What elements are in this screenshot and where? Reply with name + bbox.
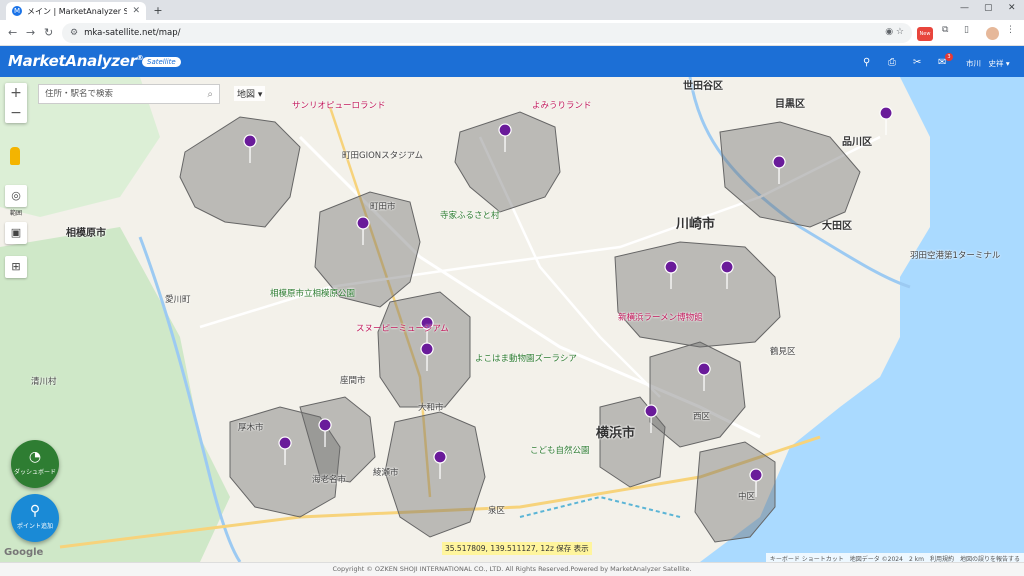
map-label-city: 品川区 (842, 137, 872, 148)
map-label-poi: 寺家ふるさと村 (440, 211, 500, 221)
location-pin-icon[interactable]: ⚲ (863, 57, 870, 68)
map-label-city: 町田市 (370, 202, 396, 212)
app-logo-sub: Satellite (142, 57, 181, 67)
map-label-city: 目黒区 (775, 99, 805, 110)
add-point-button[interactable]: ⚲ ポイント追加 (11, 494, 59, 542)
sidepanel-icon[interactable]: ▯ (964, 25, 969, 35)
extensions-icon[interactable]: ⧉ (942, 25, 948, 35)
locate-icon[interactable]: ◎ (5, 185, 27, 207)
map-label-city: 清川村 (31, 377, 57, 387)
google-logo: Google (4, 547, 44, 558)
zoom-in-button[interactable]: + (5, 83, 27, 103)
browser-menu-icon[interactable]: ⋮ (1006, 25, 1015, 35)
address-search-box: ⌕ (38, 84, 220, 104)
trade-area-6 (719, 121, 861, 228)
map-label-city: 大田区 (822, 221, 852, 232)
pie-chart-icon: ◔ (28, 449, 42, 465)
copyright-footer: Copyright © OZKEN SHOJI INTERNATIONAL CO… (0, 562, 1024, 576)
store-marker (879, 106, 893, 136)
map-label-city: 綾瀬市 (373, 468, 399, 478)
map-label-poi: よこはま動物園ズーラシア (475, 354, 577, 364)
site-favicon-icon: M (12, 6, 22, 16)
map-label-poi: こども自然公園 (530, 446, 590, 456)
site-info-icon[interactable]: ⚙ (70, 28, 78, 38)
route-dash (519, 495, 681, 518)
maximize-icon[interactable]: ▢ (984, 3, 993, 13)
search-icon[interactable]: ⌕ (207, 89, 213, 100)
trade-area-1 (179, 116, 301, 228)
notification-badge: 3 (945, 53, 953, 61)
app-logo[interactable]: MarketAnalyzer® (8, 52, 144, 70)
map-label-poi: 羽田空港第1ターミナル (910, 251, 1001, 261)
map-label-city: 西区 (693, 412, 711, 422)
app-header: MarketAnalyzer® Satellite ⚲ ⎙ ✂ ✉ 3 市川 史… (0, 46, 1024, 77)
map-label-city: 厚木市 (238, 423, 264, 433)
map-label-poi: 新横浜ラーメン博物館 (618, 313, 703, 323)
profile-avatar[interactable] (986, 27, 999, 40)
url-text: mka-satellite.net/map/ (84, 28, 181, 38)
map-label-city: 愛川町 (165, 295, 191, 305)
map-type-select[interactable]: 地図 ▾ (234, 86, 266, 101)
reload-icon[interactable]: ↻ (44, 26, 53, 39)
window-close-icon[interactable]: ✕ (1008, 3, 1016, 13)
map-label-city: 海老名市 (312, 475, 347, 485)
browser-tabstrip: M メイン | MarketAnalyzer Satellite ✕ + — ▢… (0, 0, 1024, 20)
map-label-city: 横浜市 (596, 426, 636, 441)
map-label-city: 世田谷区 (683, 81, 723, 92)
map-label-city: 川崎市 (676, 217, 716, 232)
print-icon[interactable]: ⎙ (888, 57, 896, 68)
trade-area-11 (384, 411, 486, 538)
bookmark-star-icon[interactable]: ◉ ☆ (885, 27, 904, 37)
grid-icon[interactable]: ⊞ (5, 256, 27, 278)
new-tab-button[interactable]: + (151, 4, 165, 18)
map-canvas[interactable]: 川崎市 横浜市 相模原市 大田区 品川区 目黒区 世田谷区 町田市 大和市 厚木… (0, 77, 1024, 562)
tab-title: メイン | MarketAnalyzer Satellite (27, 6, 128, 16)
user-menu[interactable]: 市川 史祥 ▾ (966, 58, 1010, 69)
map-label-poi: よみうりランド (532, 101, 592, 111)
location-pin-icon: ⚲ (29, 503, 41, 519)
street-view-pegman-icon[interactable] (10, 147, 20, 165)
map-label-city: 相模原市 (66, 228, 106, 239)
map-label-city: 中区 (738, 492, 756, 502)
map-label-city: 泉区 (488, 506, 506, 516)
minimize-icon[interactable]: — (960, 3, 969, 13)
map-label-poi: 相模原市立相模原公園 (270, 289, 356, 299)
map-label-city: 大和市 (418, 403, 444, 413)
tab-close-icon[interactable]: ✕ (132, 6, 140, 16)
dashboard-button[interactable]: ◔ ダッシュボード (11, 440, 59, 488)
trade-area-5 (614, 241, 781, 348)
profile-badge[interactable]: New (917, 27, 933, 41)
map-label-poi: スヌーピーミュージアム (356, 324, 449, 334)
side-toolbar: ◎ 範囲 ▣ ⊞ (5, 185, 27, 284)
browser-tab[interactable]: M メイン | MarketAnalyzer Satellite ✕ (6, 2, 146, 20)
map-label-poi: 町田GIONスタジアム (342, 151, 424, 161)
map-attribution: キーボード ショートカット 地図データ ©2024 2 km 利用規約 地図の誤… (765, 553, 1024, 562)
tools-icon[interactable]: ✂ (913, 57, 921, 68)
map-label-city: 座間市 (340, 376, 366, 386)
zoom-out-button[interactable]: − (5, 103, 27, 123)
forward-icon[interactable]: → (26, 26, 35, 39)
back-icon[interactable]: ← (8, 26, 17, 39)
zoom-control: + − (5, 83, 27, 123)
map-label-poi: サンリオピューロランド (292, 101, 386, 111)
area-tool-label: 範囲 (9, 210, 22, 217)
briefcase-icon[interactable]: ▣ (5, 222, 27, 244)
coordinate-readout: 35.517809, 139.511127, 12z 保存 表示 (442, 542, 592, 555)
address-search-input[interactable] (45, 89, 208, 99)
map-graphic (0, 77, 1024, 562)
browser-toolbar: ← → ↻ ⚙ mka-satellite.net/map/ ◉ ☆ (0, 20, 1024, 46)
address-bar[interactable]: ⚙ mka-satellite.net/map/ ◉ ☆ (62, 23, 912, 43)
map-label-city: 鶴見区 (770, 347, 796, 357)
